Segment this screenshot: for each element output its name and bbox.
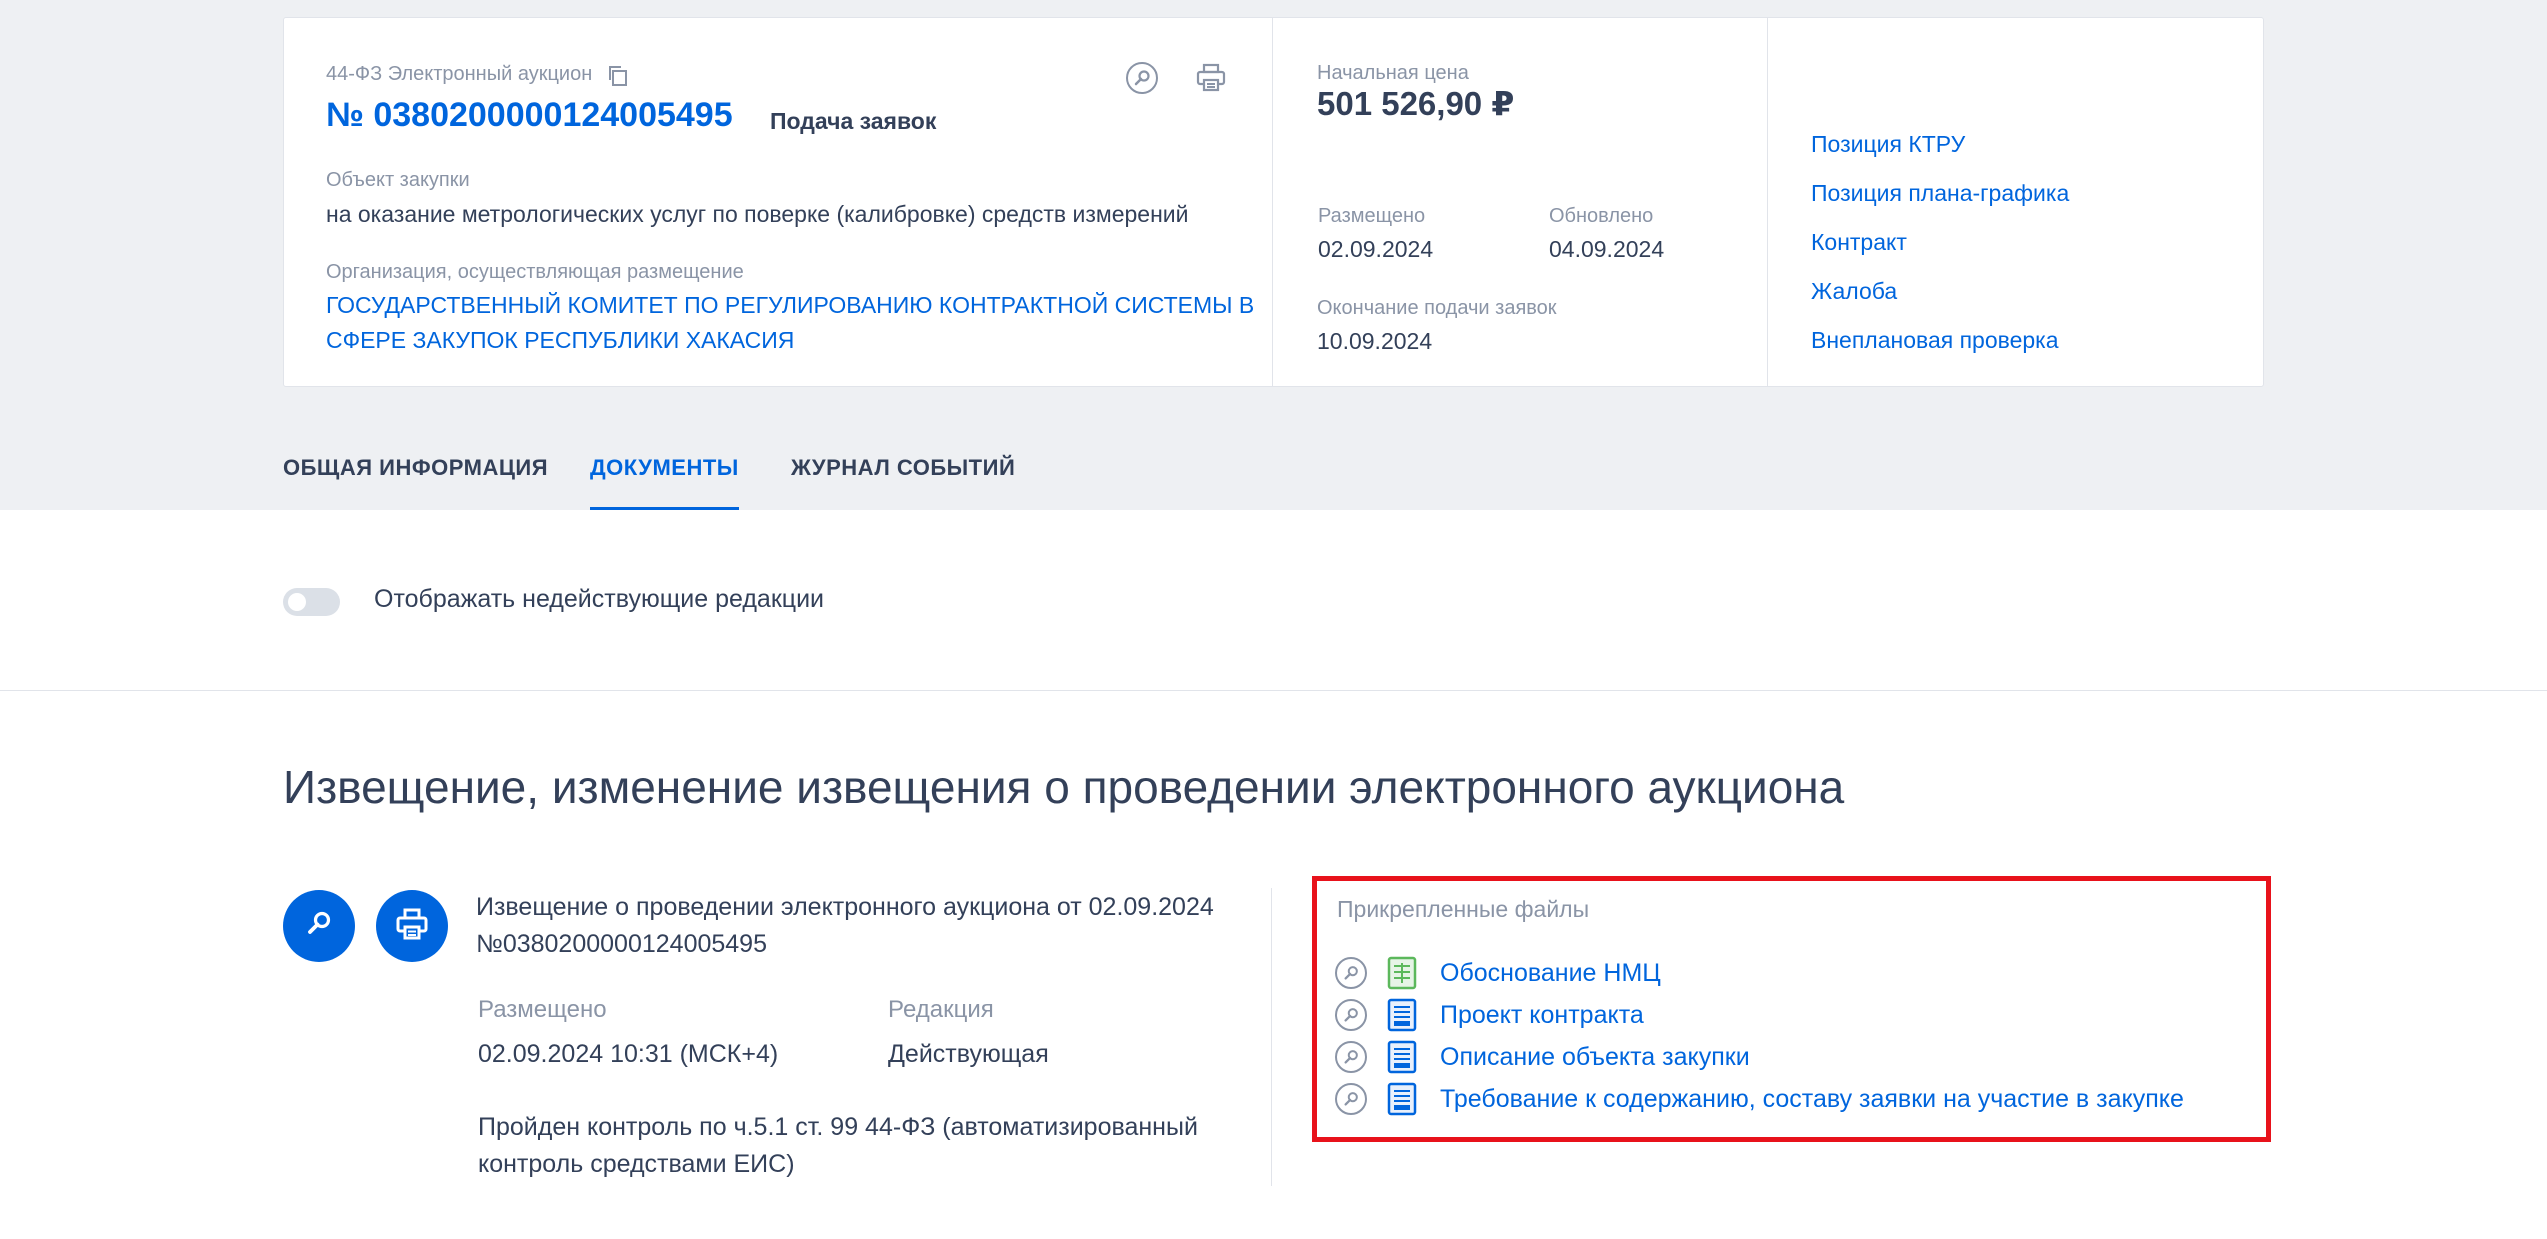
org-label: Организация, осуществляющая размещение (326, 261, 744, 283)
document-file-icon (1387, 998, 1417, 1032)
object-label: Объект закупки (326, 169, 470, 191)
law-type: 44-ФЗ Электронный аукцион (326, 63, 593, 85)
file-row: Обоснование НМЦ (1335, 953, 1661, 993)
file-row: Описание объекта закупки (1335, 1037, 1750, 1077)
procurement-card: 44-ФЗ Электронный аукцион № 038020000012… (283, 17, 2264, 387)
view-icon[interactable] (1335, 1041, 1367, 1073)
view-notice-button[interactable] (283, 890, 355, 962)
copy-icon[interactable] (606, 64, 630, 88)
tab-general-info[interactable]: ОБЩАЯ ИНФОРМАЦИЯ (283, 455, 548, 510)
org-link[interactable]: ГОСУДАРСТВЕННЫЙ КОМИТЕТ ПО РЕГУЛИРОВАНИЮ… (326, 288, 1286, 358)
document-file-icon (1387, 1082, 1417, 1116)
object-value: на оказание метрологических услуг по пов… (326, 201, 1189, 227)
control-status-text: Пройден контроль по ч.5.1 ст. 99 44-ФЗ (… (478, 1113, 1198, 1178)
file-row: Проект контракта (1335, 995, 1644, 1035)
section-title: Извещение, изменение извещения о проведе… (283, 761, 1845, 813)
file-row: Требование к содержанию, составу заявки … (1335, 1079, 2184, 1119)
column-divider (1271, 888, 1272, 1186)
attached-files-title: Прикрепленные файлы (1337, 896, 1590, 922)
view-icon[interactable] (1335, 999, 1367, 1031)
print-icon (395, 907, 429, 946)
price-value: 501 526,90 ₽ (1317, 85, 1515, 122)
notice-posted-label: Размещено (478, 996, 607, 1023)
view-icon[interactable] (1335, 1083, 1367, 1115)
print-notice-button[interactable] (376, 890, 448, 962)
view-icon[interactable] (1335, 957, 1367, 989)
view-icon[interactable] (1122, 58, 1162, 98)
link-plan-schedule[interactable]: Позиция плана-графика (1811, 180, 2069, 207)
print-icon[interactable] (1191, 58, 1231, 98)
notice-title: Извещение о проведении электронного аукц… (476, 893, 1214, 958)
column-divider (1272, 18, 1273, 386)
attached-files-panel: Прикрепленные файлы Обоснование НМЦ Прое… (1312, 876, 2271, 1142)
toggle-knob (288, 593, 306, 611)
updated-value: 04.09.2024 (1549, 236, 1665, 262)
tab-documents[interactable]: ДОКУМЕНТЫ (590, 455, 739, 510)
file-link[interactable]: Требование к содержанию, составу заявки … (1440, 1085, 2184, 1114)
toggle-label: Отображать недействующие редакции (374, 585, 825, 613)
file-link[interactable]: Описание объекта закупки (1440, 1043, 1750, 1072)
file-link[interactable]: Проект контракта (1440, 1001, 1644, 1030)
link-ktru[interactable]: Позиция КТРУ (1811, 131, 1965, 158)
view-icon (304, 909, 334, 944)
posted-label: Размещено (1318, 205, 1426, 227)
deadline-value: 10.09.2024 (1317, 328, 1433, 354)
posted-value: 02.09.2024 (1318, 236, 1434, 262)
notice-edition-value: Действующая (888, 1040, 1049, 1068)
price-label: Начальная цена (1317, 62, 1469, 84)
link-unscheduled-check[interactable]: Внеплановая проверка (1811, 327, 2059, 354)
notice-edition-label: Редакция (888, 996, 994, 1023)
registry-number[interactable]: № 0380200000124005495 (326, 96, 733, 135)
tab-event-log[interactable]: ЖУРНАЛ СОБЫТИЙ (791, 455, 1015, 510)
spreadsheet-file-icon (1387, 956, 1417, 990)
link-complaint[interactable]: Жалоба (1811, 278, 1897, 305)
column-divider (1767, 18, 1768, 386)
notice-posted-value: 02.09.2024 10:31 (МСК+4) (478, 1040, 779, 1068)
deadline-label: Окончание подачи заявок (1317, 297, 1557, 319)
link-contract[interactable]: Контракт (1811, 229, 1907, 256)
status-badge: Подача заявок (770, 108, 937, 134)
updated-label: Обновлено (1549, 205, 1654, 227)
inactive-editions-toggle[interactable] (283, 588, 340, 616)
file-link[interactable]: Обоснование НМЦ (1440, 959, 1661, 988)
document-file-icon (1387, 1040, 1417, 1074)
divider (0, 690, 2547, 691)
